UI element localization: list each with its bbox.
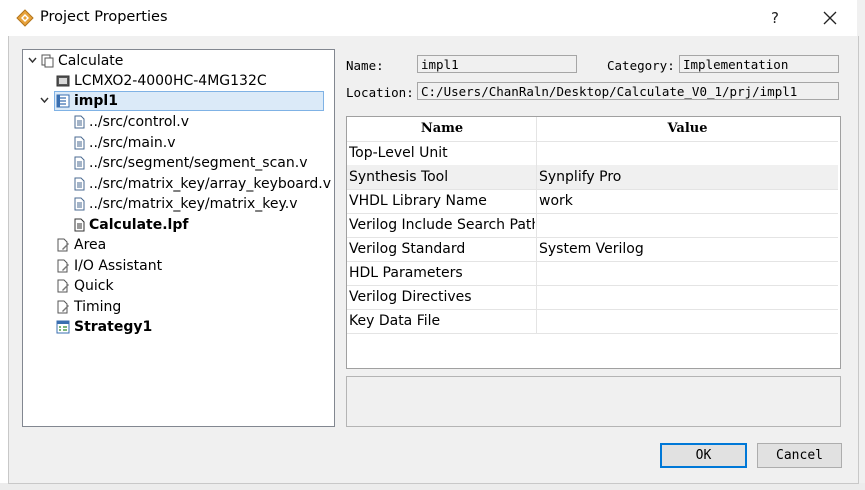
tree-item-file[interactable]: ../src/matrix_key/array_keyboard.v	[23, 174, 333, 194]
tree-label: ../src/control.v	[89, 114, 190, 130]
tree-label: I/O Assistant	[74, 258, 163, 274]
tree-label: Timing	[74, 299, 122, 315]
name-column-header[interactable]: Name	[349, 117, 535, 141]
tree-item-calculate[interactable]: Calculate	[23, 51, 333, 71]
property-row[interactable]: Top-Level Unit	[347, 141, 838, 166]
tree-item-file[interactable]: ../src/matrix_key/matrix_key.v	[23, 194, 333, 214]
tree-label: impl1	[74, 93, 118, 109]
tree-item-io-assistant[interactable]: I/O Assistant	[23, 256, 333, 276]
tree-item-area[interactable]: Area	[23, 235, 333, 255]
property-value[interactable]	[539, 285, 836, 309]
tree-item-device[interactable]: LCMXO2-4000HC-4MG132C	[23, 71, 333, 91]
file-icon	[74, 156, 85, 170]
tree-label: Calculate.lpf	[89, 217, 189, 233]
property-name: Verilog Standard	[349, 241, 466, 257]
tree-label: LCMXO2-4000HC-4MG132C	[74, 73, 267, 89]
file-icon	[74, 197, 85, 211]
tree-label: ../src/main.v	[89, 135, 176, 151]
property-row[interactable]: Verilog Standard System Verilog	[347, 237, 838, 262]
property-name: Synthesis Tool	[349, 169, 449, 185]
property-name: HDL Parameters	[349, 265, 463, 281]
property-value[interactable]	[539, 213, 836, 237]
tree-label: ../src/matrix_key/array_keyboard.v	[89, 176, 332, 192]
property-grid: Name Value Top-Level Unit Synthesis Tool…	[346, 116, 841, 369]
property-name: VHDL Library Name	[349, 193, 487, 209]
value-column-header[interactable]: Value	[539, 117, 836, 141]
property-name: Key Data File	[349, 313, 441, 329]
edit-document-icon	[57, 238, 69, 252]
strategy-icon	[56, 320, 70, 334]
location-field[interactable]: C:/Users/ChanRaln/Desktop/Calculate_V0_1…	[417, 82, 839, 100]
chevron-down-icon[interactable]	[28, 56, 37, 65]
tree-label: Quick	[74, 278, 114, 294]
close-icon	[823, 11, 837, 25]
tree-item-file[interactable]: ../src/segment/segment_scan.v	[23, 153, 333, 173]
property-row[interactable]: HDL Parameters	[347, 261, 838, 286]
property-value[interactable]	[539, 309, 836, 333]
property-value[interactable]: work	[539, 189, 836, 213]
file-icon	[74, 136, 85, 150]
background-window-strip	[0, 483, 865, 490]
property-row[interactable]: Key Data File	[347, 309, 838, 334]
column-divider[interactable]	[536, 117, 537, 333]
tree-label: Calculate	[58, 53, 124, 69]
property-value[interactable]: System Verilog	[539, 237, 836, 261]
tree-label: Strategy1	[74, 319, 153, 335]
property-value[interactable]	[539, 141, 836, 165]
tree-item-file[interactable]: ../src/main.v	[23, 133, 333, 153]
tree-item-quick[interactable]: Quick	[23, 276, 333, 296]
tree-label: ../src/segment/segment_scan.v	[89, 155, 308, 171]
close-button[interactable]	[815, 6, 845, 30]
project-tree[interactable]: Calculate LCMXO2-4000HC-4MG132C impl1 ..…	[22, 49, 335, 427]
chip-icon	[56, 75, 70, 87]
project-icon	[41, 54, 54, 68]
tree-item-timing[interactable]: Timing	[23, 297, 333, 317]
property-row[interactable]: VHDL Library Name work	[347, 189, 838, 214]
grid-header: Name Value	[347, 117, 838, 142]
property-name: Verilog Directives	[349, 289, 472, 305]
tree-label: Area	[74, 237, 107, 253]
help-button[interactable]: ?	[762, 6, 788, 30]
name-label: Name:	[346, 58, 384, 73]
implementation-icon	[56, 94, 70, 108]
tree-item-file[interactable]: ../src/control.v	[23, 112, 333, 132]
property-name: Verilog Include Search Path	[349, 217, 535, 233]
file-icon	[74, 115, 85, 129]
name-field[interactable]: impl1	[417, 55, 577, 73]
tree-label: ../src/matrix_key/matrix_key.v	[89, 196, 298, 212]
file-icon	[74, 177, 85, 191]
description-panel	[346, 376, 841, 427]
constraint-file-icon	[74, 218, 85, 232]
window-title: Project Properties	[40, 9, 168, 25]
tree-item-strategy1[interactable]: Strategy1	[23, 317, 333, 337]
property-row[interactable]: Verilog Include Search Path	[347, 213, 838, 238]
property-value[interactable]: Synplify Pro	[539, 165, 836, 189]
chevron-down-icon[interactable]	[40, 96, 49, 105]
category-field[interactable]: Implementation	[679, 55, 839, 73]
cancel-button[interactable]: Cancel	[757, 443, 842, 468]
property-row[interactable]: Verilog Directives	[347, 285, 838, 310]
diamond-app-icon	[16, 9, 34, 27]
title-bar: Project Properties ?	[0, 0, 865, 36]
tree-item-impl1[interactable]: impl1	[54, 91, 324, 111]
edit-document-icon	[57, 279, 69, 293]
location-label: Location:	[346, 85, 414, 100]
category-label: Category:	[607, 58, 675, 73]
edit-document-icon	[57, 300, 69, 314]
property-value[interactable]	[539, 261, 836, 285]
property-row[interactable]: Synthesis Tool Synplify Pro	[347, 165, 838, 190]
edit-document-icon	[57, 259, 69, 273]
ok-button[interactable]: OK	[660, 443, 747, 468]
property-name: Top-Level Unit	[349, 145, 448, 161]
tree-item-lpf[interactable]: Calculate.lpf	[23, 215, 333, 235]
